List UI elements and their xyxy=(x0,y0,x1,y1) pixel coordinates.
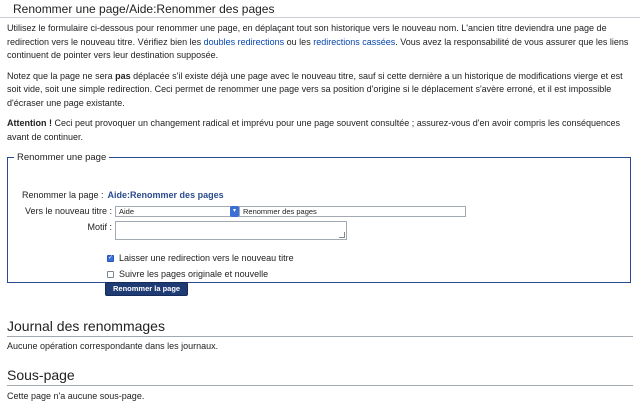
redirect-option[interactable]: ✓ Laisser une redirection vers le nouvea… xyxy=(107,252,294,266)
warning-text: Ceci peut provoquer un changement radica… xyxy=(7,118,621,142)
rename-form: Renommer une page Renommer la page : Aid… xyxy=(7,151,631,296)
intro-bold-pas: pas xyxy=(115,70,131,81)
log-section-text: Aucune opération correspondante dans les… xyxy=(7,341,219,351)
rename-label: Renommer la page : xyxy=(22,189,104,200)
watch-checkbox[interactable] xyxy=(107,270,114,278)
warning-label: Attention ! xyxy=(7,118,52,128)
subpage-section-text: Cette page n'a aucune sous-page. xyxy=(7,391,145,401)
reason-textarea[interactable] xyxy=(115,220,347,240)
watch-option[interactable]: Suivre les pages originale et nouvelle xyxy=(107,268,268,282)
redirect-checkbox[interactable]: ✓ xyxy=(107,254,114,262)
resize-grip-icon[interactable] xyxy=(339,231,345,238)
intro-text-2a: Notez que la page ne sera xyxy=(7,70,116,81)
redirect-checkbox-label[interactable]: Laisser une redirection vers le nouveau … xyxy=(119,252,294,266)
reason-row: Motif : xyxy=(18,220,347,240)
page-title: Renommer une page/Aide:Renommer des page… xyxy=(13,2,275,16)
header-bar: Renommer une page/Aide:Renommer des page… xyxy=(0,0,640,18)
chevron-updown-icon: ▾ xyxy=(230,205,239,217)
log-section-heading: Journal des renommages xyxy=(7,318,633,337)
form-legend: Renommer une page xyxy=(17,152,107,163)
new-title-label: Vers le nouveau titre : xyxy=(24,205,112,216)
rename-submit-button[interactable]: Renommer la page xyxy=(105,281,189,296)
submit-row: Renommer la page xyxy=(105,281,189,296)
watch-checkbox-label[interactable]: Suivre les pages originale et nouvelle xyxy=(119,268,268,282)
new-title-row: Vers le nouveau titre : Aide ▾ Renommer … xyxy=(18,205,466,219)
intro-paragraph-1: Utilisez le formulaire ci-dessous pour r… xyxy=(7,22,631,63)
subpage-section-heading: Sous-page xyxy=(7,367,633,386)
reason-label: Motif : xyxy=(87,221,112,232)
main-content: Utilisez le formulaire ci-dessous pour r… xyxy=(7,22,631,296)
namespace-value: Aide xyxy=(119,206,135,216)
intro-text-1b: ou les xyxy=(284,36,314,47)
namespace-select[interactable]: Aide ▾ xyxy=(115,205,239,217)
current-page-row: Renommer la page : Aide:Renommer des pag… xyxy=(22,189,224,203)
broken-redirects-link[interactable]: redirections cassées xyxy=(313,37,395,47)
current-page-link[interactable]: Aide:Renommer des pages xyxy=(108,189,224,203)
new-title-input[interactable]: Renommer des pages xyxy=(239,205,466,217)
double-redirects-link[interactable]: doubles redirections xyxy=(204,37,285,47)
intro-paragraph-2: Notez que la page ne sera pas déplacée s… xyxy=(7,70,631,111)
warning-paragraph: Attention ! Ceci peut provoquer un chang… xyxy=(7,117,631,144)
